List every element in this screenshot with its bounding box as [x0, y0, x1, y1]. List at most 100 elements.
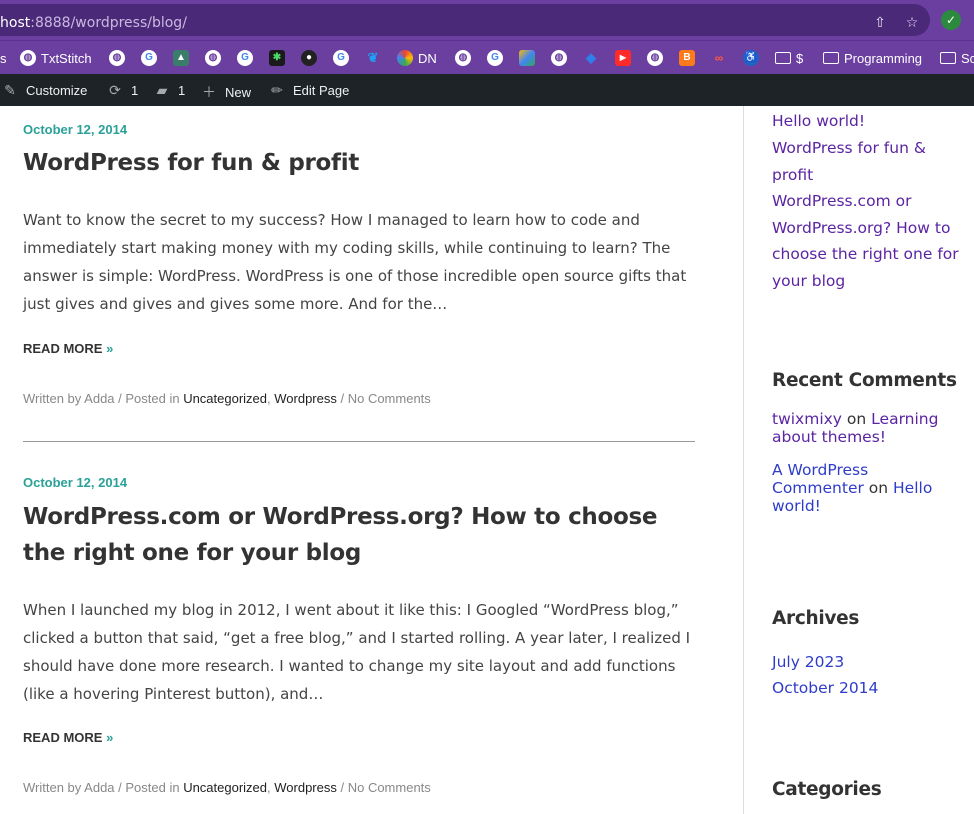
- post-author-meta: Written by Adda / Posted in: [23, 391, 184, 406]
- new-button[interactable]: ＋ New: [201, 82, 251, 102]
- bookmark-accessibility[interactable]: ♿: [743, 49, 759, 67]
- comment-on-text: on: [863, 479, 894, 497]
- comments-link[interactable]: / No Comments: [337, 391, 430, 406]
- archive-link[interactable]: October 2014: [772, 675, 962, 702]
- folder-icon: [823, 52, 839, 64]
- share-icon[interactable]: ⇧: [871, 14, 889, 32]
- globe-icon: ◍: [455, 50, 471, 66]
- refresh-icon: ⟳: [109, 82, 121, 98]
- post-title[interactable]: WordPress for fun & profit: [23, 145, 703, 181]
- accessibility-icon: ♿: [743, 50, 759, 66]
- post-title[interactable]: WordPress.com or WordPress.org? How to c…: [23, 499, 703, 571]
- recent-post-link[interactable]: Hello world!: [772, 108, 962, 135]
- bookmark-dn[interactable]: DN: [397, 49, 437, 67]
- bookmark-youtube[interactable]: ▶: [615, 49, 631, 67]
- categories-heading: Categories: [772, 779, 882, 800]
- comment-author-link[interactable]: twixmixy: [772, 410, 842, 428]
- google-icon: G: [333, 50, 349, 66]
- comments-button[interactable]: ▰ 1: [154, 82, 186, 99]
- bookmark-globe[interactable]: ◍: [647, 49, 663, 67]
- post-divider: [23, 441, 695, 442]
- archive-link[interactable]: July 2023: [772, 649, 962, 676]
- comment-author-link[interactable]: A WordPress Commenter: [772, 461, 868, 497]
- bookmark-google-ads[interactable]: [519, 49, 535, 67]
- dropbox-icon: ◆: [586, 50, 596, 65]
- globe-icon: ◍: [20, 50, 36, 66]
- google-ads-icon: [519, 50, 535, 66]
- globe-icon: ◍: [109, 50, 125, 66]
- read-more-link[interactable]: Read More »: [23, 341, 113, 356]
- bookmark-ghost[interactable]: ●: [301, 49, 317, 67]
- address-bar[interactable]: host:8888/wordpress/blog/ ⇧ ☆: [0, 4, 930, 36]
- post-meta: Written by Adda / Posted in Uncategorize…: [23, 780, 431, 795]
- link-icon: ∞: [714, 51, 724, 65]
- blogger-icon: B: [679, 50, 695, 66]
- bookmark-folder-programming[interactable]: Programming: [823, 49, 922, 67]
- bookmark-partial[interactable]: s: [0, 49, 7, 67]
- comment-bubble-icon: ▰: [156, 82, 168, 98]
- category-link[interactable]: Wordpress: [274, 780, 337, 795]
- bookmark-label: s: [0, 50, 7, 66]
- bookmark-google[interactable]: G: [141, 49, 157, 67]
- recent-post-link[interactable]: WordPress for fun & profit: [772, 135, 962, 188]
- post-date[interactable]: October 12, 2014: [23, 122, 127, 137]
- sidebar: Hello world! WordPress for fun & profit …: [744, 106, 974, 814]
- bookmark-globe[interactable]: ◍: [109, 49, 125, 67]
- bookmark-label: TxtStitch: [41, 50, 92, 66]
- bookmark-globe[interactable]: ◍: [551, 49, 567, 67]
- read-more-link[interactable]: Read More »: [23, 730, 113, 745]
- recent-comment-item: A WordPress Commenter on Hello world!: [772, 461, 962, 515]
- bookmark-globe[interactable]: ◍: [455, 49, 471, 67]
- bookmark-folder-sc[interactable]: Sc: [940, 49, 974, 67]
- folder-icon: [940, 52, 956, 64]
- bookmark-globe[interactable]: ◍: [205, 49, 221, 67]
- bookmark-label: Sc: [961, 50, 974, 66]
- recent-post-link[interactable]: WordPress.com or WordPress.org? How to c…: [772, 188, 962, 294]
- category-link[interactable]: Uncategorized: [183, 780, 267, 795]
- plus-icon: ＋: [202, 84, 216, 100]
- bookmark-label: DN: [418, 50, 437, 66]
- updates-button[interactable]: ⟳ 1: [107, 82, 138, 99]
- bookmark-google[interactable]: G: [487, 49, 503, 67]
- bookmark-txtstitch[interactable]: ◍ TxtStitch: [20, 49, 92, 67]
- post-date[interactable]: October 12, 2014: [23, 475, 127, 490]
- bookmark-google[interactable]: G: [237, 49, 253, 67]
- post-excerpt: When I launched my blog in 2012, I went …: [23, 601, 691, 703]
- post-author-meta: Written by Adda / Posted in: [23, 780, 184, 795]
- bookmark-label: $: [796, 50, 804, 66]
- url-path: :8888/wordpress/blog/: [30, 15, 187, 31]
- bookmark-app[interactable]: ✱: [269, 49, 285, 67]
- extension-icon[interactable]: ✓: [941, 10, 961, 30]
- new-label: New: [225, 84, 252, 100]
- read-more-label: Read More: [23, 341, 103, 356]
- read-more-label: Read More: [23, 730, 103, 745]
- bookmark-folder-dollar[interactable]: $: [775, 49, 803, 67]
- bookmark-blogger[interactable]: B: [679, 49, 695, 67]
- ghost-icon: ●: [301, 50, 317, 66]
- read-more-arrow: »: [106, 730, 114, 745]
- updates-count: 1: [131, 83, 139, 98]
- bookmark-google[interactable]: G: [333, 49, 349, 67]
- browser-toolbar: host:8888/wordpress/blog/ ⇧ ☆ ✓: [0, 0, 974, 40]
- globe-icon: ◍: [205, 50, 221, 66]
- folder-icon: [775, 52, 791, 64]
- category-link[interactable]: Wordpress: [274, 391, 337, 406]
- read-more-arrow: »: [106, 341, 114, 356]
- url-text[interactable]: host:8888/wordpress/blog/: [0, 15, 187, 31]
- category-link[interactable]: Uncategorized: [183, 391, 267, 406]
- bookmark-dropbox[interactable]: ◆: [583, 49, 599, 67]
- app-icon: ▲: [173, 50, 189, 66]
- bookmark-twitter[interactable]: ❦: [365, 49, 381, 67]
- youtube-icon: ▶: [615, 50, 631, 66]
- app-icon: ✱: [269, 50, 285, 66]
- comments-link[interactable]: / No Comments: [337, 780, 430, 795]
- customize-label: Customize: [26, 83, 88, 98]
- bookmark-link[interactable]: ∞: [711, 49, 727, 67]
- edit-page-button[interactable]: ✏ Edit Page: [269, 82, 349, 99]
- customize-button[interactable]: ✎ Customize: [2, 82, 87, 99]
- edit-page-label: Edit Page: [293, 83, 350, 98]
- bookmark-star-icon[interactable]: ☆: [903, 14, 921, 32]
- brush-icon: ✎: [4, 82, 16, 98]
- blog-post-list: October 12, 2014 WordPress for fun & pro…: [0, 106, 743, 814]
- bookmark-app[interactable]: ▲: [173, 49, 189, 67]
